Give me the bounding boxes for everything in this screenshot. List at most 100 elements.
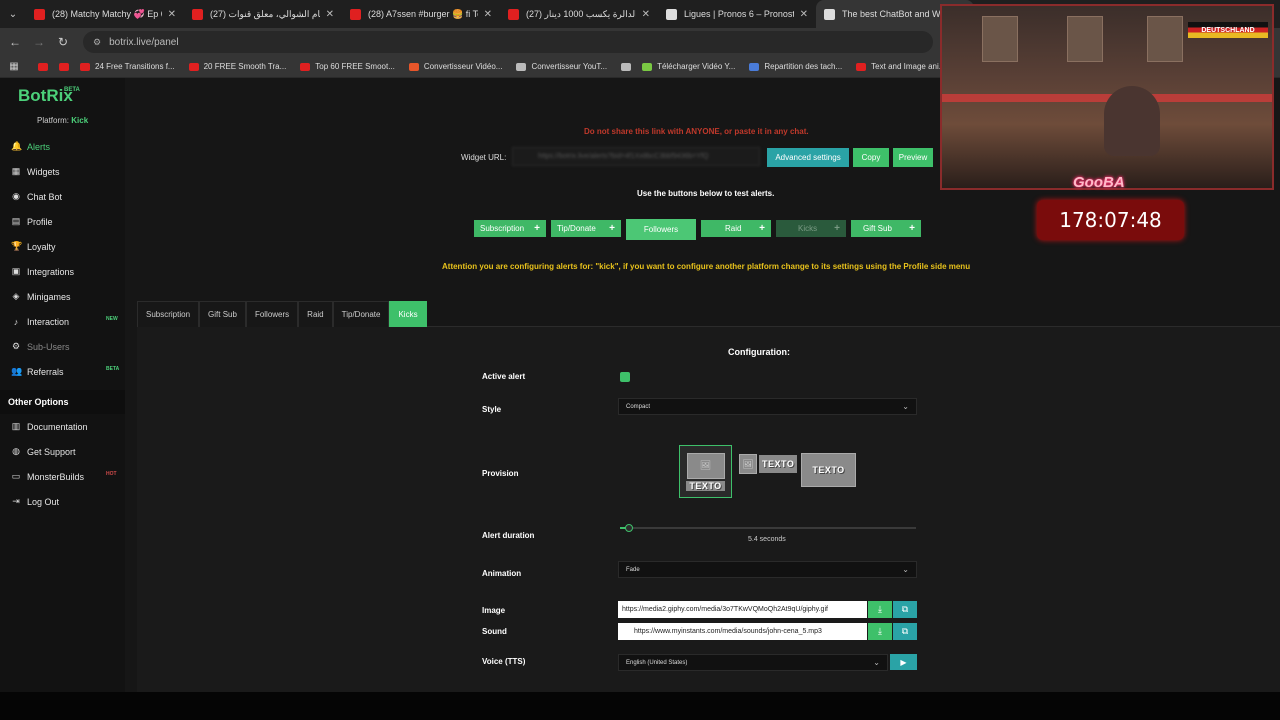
provision-text: TEXTO	[812, 465, 845, 475]
sidebar-item-get-support[interactable]: ◍ Get Support	[0, 439, 125, 464]
alert-tab-followers[interactable]: Followers	[245, 301, 299, 327]
test-subscription-button[interactable]: Subscription +	[474, 220, 546, 237]
bookmark-item[interactable]: Convertisseur YouT...	[516, 62, 607, 71]
close-tab-icon[interactable]: ✕	[642, 9, 650, 20]
library-icon: ⧉	[901, 604, 909, 614]
bookmark-label: Convertisseur YouT...	[531, 62, 608, 71]
sidebar-item-log-out[interactable]: ⇥ Log Out	[0, 489, 125, 514]
url-field[interactable]: ⚙ botrix.live/panel	[83, 31, 933, 53]
play-voice-button[interactable]: ▶	[890, 654, 917, 670]
sidebar-item-minigames[interactable]: ◈ Minigames	[0, 284, 125, 309]
sidebar-item-monsterbuilds[interactable]: ▭ MonsterBuilds HOT	[0, 464, 125, 489]
sound-library-button[interactable]: ⧉	[893, 623, 917, 640]
browser-tab[interactable]: (27) الدالرة يكسب 1000 دينار 🆒 ✕	[500, 0, 658, 28]
close-tab-icon[interactable]: ✕	[484, 9, 492, 20]
test-tip-label: Tip/Donate	[557, 224, 596, 233]
upload-sound-button[interactable]: ⤓	[868, 623, 892, 640]
image-library-button[interactable]: ⧉	[893, 601, 917, 618]
stream-timer: 178:07:48	[1037, 200, 1184, 240]
active-alert-checkbox[interactable]	[620, 372, 630, 382]
advanced-settings-button[interactable]: Advanced settings	[767, 148, 849, 167]
copy-button[interactable]: Copy	[853, 148, 889, 167]
widget-url-label: Widget URL:	[461, 153, 507, 162]
back-arrow-icon[interactable]: ←	[3, 35, 27, 49]
screen-bottom-bar	[0, 692, 1280, 720]
alert-tab-subscription[interactable]: Subscription	[137, 301, 200, 327]
sidebar-item-interaction[interactable]: ♪ Interaction NEW	[0, 309, 125, 334]
test-gift-sub-button[interactable]: Gift Sub +	[851, 220, 921, 237]
image-placeholder-icon: 🖼	[739, 454, 757, 474]
voice-tts-select[interactable]: English (United States) ⌄	[618, 654, 888, 671]
bookmark-item[interactable]: Top 60 FREE Smoot...	[300, 62, 395, 71]
sidebar-item-referrals[interactable]: 👥 Referrals BETA	[0, 359, 125, 384]
apps-grid-icon[interactable]: ▦	[0, 61, 28, 72]
sidebar-item-profile[interactable]: ▤ Profile	[0, 209, 125, 234]
style-select[interactable]: Compact ⌄	[618, 398, 917, 415]
bookmark-item[interactable]: 20 FREE Smooth Tra...	[188, 62, 286, 71]
sound-url-input[interactable]: https://www.myinstants.com/media/sounds/…	[618, 623, 867, 640]
upload-image-button[interactable]: ⤓	[868, 601, 892, 618]
bookmark-item[interactable]: Text and Image ani...	[856, 62, 945, 71]
tab-title: The best ChatBot and Widge	[842, 9, 952, 19]
sidebar-item-label: Alerts	[27, 141, 51, 152]
image-placeholder-icon: TEXTO	[801, 453, 856, 487]
alert-tab-tip-donate[interactable]: Tip/Donate	[332, 301, 390, 327]
chevron-down-icon: ⌄	[873, 658, 880, 667]
test-raid-button[interactable]: Raid +	[701, 220, 771, 237]
sidebar-item-sub-users[interactable]: ⚙ Sub-Users	[0, 334, 125, 359]
reload-icon[interactable]: ↻	[51, 35, 75, 49]
browser-tab[interactable]: (28) Matchy Matchy 💞 Ep 60 | ✕	[26, 0, 184, 28]
alert-tab-raid[interactable]: Raid	[298, 301, 333, 327]
beta-badge: BETA	[64, 87, 80, 93]
provision-option-stacked[interactable]: 🖼 TEXTO	[679, 445, 732, 498]
bookmark-item[interactable]: 24 Free Transitions f...	[80, 62, 175, 71]
streamer-name-overlay: GooBA	[1073, 174, 1125, 191]
browser-tab[interactable]: Ligues | Pronos 6 – Pronostique ✕	[658, 0, 816, 28]
close-tab-icon[interactable]: ✕	[168, 9, 176, 20]
widgets-icon: ▦	[11, 166, 21, 176]
sidebar-item-documentation[interactable]: ▥ Documentation	[0, 414, 125, 439]
configuration-title: Configuration:	[728, 347, 790, 357]
wall-poster	[982, 16, 1018, 62]
provision-option-overlay[interactable]: TEXTO	[801, 453, 856, 487]
animation-select[interactable]: Fade ⌄	[618, 561, 917, 578]
robot-icon: ◉	[12, 191, 20, 201]
sidebar-item-integrations[interactable]: ▣ Integrations	[0, 259, 125, 284]
test-followers-button[interactable]: Followers	[626, 219, 696, 240]
alert-tab-gift-sub[interactable]: Gift Sub	[199, 301, 246, 327]
bookmark-item[interactable]	[38, 62, 53, 71]
alert-duration-value: 5.4 seconds	[748, 536, 786, 543]
bookmark-item[interactable]: Télécharger Vidéo Y...	[642, 62, 735, 71]
bookmark-item[interactable]: Convertisseur Vidéo...	[408, 62, 502, 71]
test-kicks-button[interactable]: Kicks +	[776, 220, 846, 237]
upload-icon: ⤓	[878, 604, 882, 614]
sidebar-nav: 🔔 Alerts ▦ Widgets ◉ Chat Bot ▤ Profile 🏆 Loyalty…	[0, 134, 125, 514]
provision-option-side[interactable]: 🖼 TEXTO	[739, 454, 798, 474]
alert-duration-slider[interactable]	[620, 524, 916, 532]
preview-button[interactable]: Preview	[893, 148, 933, 167]
bookmark-item[interactable]: Repartition des tach...	[749, 62, 842, 71]
sidebar-item-widgets[interactable]: ▦ Widgets	[0, 159, 125, 184]
sidebar-item-alerts[interactable]: 🔔 Alerts	[0, 134, 125, 159]
forward-arrow-icon[interactable]: →	[27, 35, 51, 49]
slider-handle[interactable]	[624, 524, 633, 532]
close-tab-icon[interactable]: ✕	[326, 9, 334, 20]
browser-tab[interactable]: (27) عصام الشوالي، معلق قنوات ✕	[184, 0, 342, 28]
bookmark-label: Repartition des tach...	[764, 62, 843, 71]
tab-search-chevron-icon[interactable]: ⌄	[0, 0, 26, 28]
plus-icon: +	[759, 223, 765, 234]
bookmark-item[interactable]	[621, 62, 636, 71]
bookmark-item[interactable]	[59, 62, 74, 71]
sidebar-item-loyalty[interactable]: 🏆 Loyalty	[0, 234, 125, 259]
widget-url-field[interactable]: https://botrix.live/alerts?bid=4f1Xx8bcC…	[512, 147, 760, 166]
sidebar-item-label: Referrals	[27, 366, 64, 377]
browser-tab[interactable]: (28) A7ssen #burger 🍔 fi Toun ✕	[342, 0, 500, 28]
image-url-input[interactable]: https://media2.giphy.com/media/3o7TKwVQM…	[618, 601, 867, 618]
sidebar-item-badge: BETA	[106, 366, 120, 372]
sidebar-item-chat-bot[interactable]: ◉ Chat Bot	[0, 184, 125, 209]
tab-title: (28) A7ssen #burger 🍔 fi Toun	[368, 8, 478, 19]
site-info-icon[interactable]: ⚙	[93, 37, 101, 48]
alert-tab-kicks[interactable]: Kicks	[389, 301, 427, 327]
close-tab-icon[interactable]: ✕	[800, 9, 808, 20]
test-tip-button[interactable]: Tip/Donate +	[551, 220, 621, 237]
